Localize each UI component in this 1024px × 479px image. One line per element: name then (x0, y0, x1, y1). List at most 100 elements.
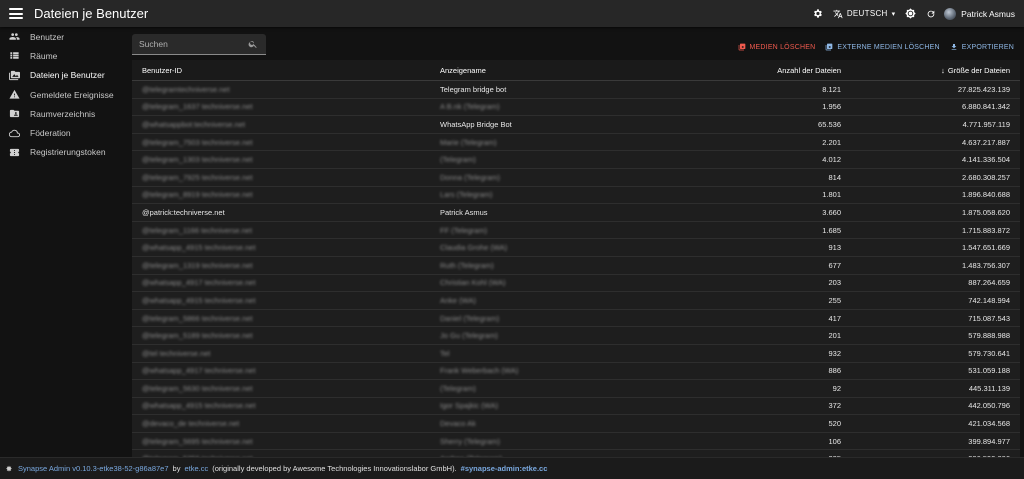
language-selector[interactable]: DEUTSCH ▾ (833, 9, 895, 19)
table-row[interactable]: @telegram_1303 techniverse.net (Telegram)… (132, 151, 1020, 169)
user-name: Patrick Asmus (961, 8, 1015, 19)
cell-file-count: 201 (828, 331, 841, 341)
delete-media-icon (738, 43, 745, 51)
language-label: DEUTSCH (846, 9, 888, 18)
column-header-file-count[interactable]: Anzahl der Dateien (702, 66, 847, 75)
cell-file-size: 4.141.336.504 (962, 155, 1010, 165)
export-button[interactable]: EXPORTIEREN (950, 43, 1014, 51)
cell-file-count: 913 (828, 243, 841, 253)
table-row[interactable]: @telegram_1319 techniverse.net Ruth (Tele… (132, 257, 1020, 275)
cell-user-id: @whatsappbot:techniverse.net (142, 119, 246, 129)
directory-icon (9, 110, 20, 118)
cell-display-name: Anke (WA) (440, 295, 476, 305)
table-row[interactable]: @telegram_1637 techniverse.net A B.nk (Te… (132, 99, 1020, 117)
delete-remote-media-label: EXTERNE MEDIEN LÖSCHEN (837, 43, 940, 51)
cell-file-size: 442.050.796 (968, 401, 1010, 411)
cell-file-count: 65.536 (818, 119, 841, 129)
table-row[interactable]: @whatsapp_4915 techniverse.net Anke (WA) 2… (132, 292, 1020, 310)
sidebar-item-reports[interactable]: Gemeldete Ereignisse (0, 85, 125, 104)
column-header-file-size[interactable]: ↓ Größe der Dateien (847, 66, 1020, 75)
cell-user-id: @tel techniverse.net (142, 348, 211, 358)
version-link[interactable]: Synapse Admin v0.10.3-etke38-52-g86a87e7 (18, 464, 169, 473)
cell-file-size: 4.637.217.887 (962, 137, 1010, 147)
cell-display-name: (Telegram) (440, 383, 476, 393)
table-row[interactable]: @telegram_7503 techniverse.net Marie (Tel… (132, 134, 1020, 152)
cell-user-id: @whatsapp_4915 techniverse.net (142, 243, 256, 253)
menu-icon[interactable] (9, 8, 23, 19)
sidebar-item-users[interactable]: Benutzer (0, 27, 125, 46)
table-row[interactable]: @whatsapp_4915 techniverse.net Igor Spajk… (132, 398, 1020, 416)
sort-arrow-down-icon: ↓ (941, 65, 945, 75)
column-header-display-name[interactable]: Anzeigename (432, 66, 702, 75)
page-title: Dateien je Benutzer (34, 6, 149, 21)
sidebar-item-room-directory[interactable]: Raumverzeichnis (0, 104, 125, 123)
table-row[interactable]: @whatsapp_4917 techniverse.net Christian … (132, 275, 1020, 293)
warning-icon (9, 89, 20, 99)
download-icon (951, 44, 957, 50)
cell-file-count: 372 (828, 401, 841, 411)
table-row[interactable]: @telegram_7925 techniverse.net Donna (Tel… (132, 169, 1020, 187)
chevron-down-icon: ▾ (891, 10, 896, 18)
cell-file-size: 399.894.977 (968, 436, 1010, 446)
sidebar-item-label: Benutzer (30, 31, 65, 42)
search-input[interactable]: Suchen (132, 34, 266, 55)
table-row[interactable]: @whatsappbot:techniverse.net WhatsApp Bri… (132, 116, 1020, 134)
cell-user-id: @telegram_1319 techniverse.net (142, 260, 253, 270)
refresh-icon[interactable] (926, 9, 936, 19)
cell-display-name: Telegram bridge bot (440, 84, 507, 94)
user-menu[interactable]: Patrick Asmus (944, 7, 1015, 20)
cell-file-count: 255 (828, 295, 841, 305)
filter-bar: Suchen MEDIEN LÖSCHEN EXTERNE MEDIEN LÖS… (132, 27, 1020, 60)
column-header-user-id[interactable]: Benutzer-ID (132, 66, 432, 75)
cell-file-size: 4.771.957.119 (962, 119, 1010, 129)
sidebar-item-registration-tokens[interactable]: Registrierungstoken (0, 143, 125, 162)
cell-file-size: 1.896.840.688 (962, 190, 1010, 200)
cell-display-name: Igor Spajkic (WA) (440, 401, 499, 411)
table-row[interactable]: @telegram_1166 techniverse.net FF (Telegr… (132, 222, 1020, 240)
sidebar-item-label: Räume (30, 50, 58, 61)
cell-file-count: 1.685 (822, 225, 841, 235)
cell-user-id: @telegram_7925 techniverse.net (142, 172, 253, 182)
table-row[interactable]: @whatsapp_4917 techniverse.net Frank Webe… (132, 363, 1020, 381)
table-row[interactable]: @tel techniverse.net Tel 932 579.730.641 (132, 345, 1020, 363)
table-row[interactable]: @patrick:techniverse.net Patrick Asmus 3.6… (132, 204, 1020, 222)
cell-file-size: 1.483.756.307 (962, 260, 1010, 270)
cell-user-id: @telegram_1637 techniverse.net (142, 102, 253, 112)
sidebar-item-rooms[interactable]: Räume (0, 46, 125, 65)
table-row[interactable]: @telegram_5695 techniverse.net Sherry (Te… (132, 433, 1020, 451)
table-row[interactable]: @telegram_5189 techniverse.net Jo Gu (Tel… (132, 327, 1020, 345)
table-row[interactable]: @telegram_5630 techniverse.net (Telegram)… (132, 380, 1020, 398)
cell-file-count: 932 (828, 348, 841, 358)
cell-user-id: @telegram_5695 techniverse.net (142, 436, 253, 446)
table-header: Benutzer-ID Anzeigename Anzahl der Datei… (132, 60, 1020, 81)
theme-toggle-icon[interactable] (905, 8, 916, 19)
cell-user-id: @telegram_1166 techniverse.net (142, 225, 253, 235)
support-room-link[interactable]: #synapse-admin:etke.cc (461, 464, 548, 473)
etke-link[interactable]: etke.cc (184, 464, 208, 473)
cell-display-name: Donna (Telegram) (440, 172, 501, 182)
table-row[interactable]: @telegramtechniverse.net Telegram bridge … (132, 81, 1020, 99)
delete-media-button[interactable]: MEDIEN LÖSCHEN (738, 43, 816, 51)
table-row[interactable]: @telegram_5866 techniverse.net Daniel (Te… (132, 310, 1020, 328)
table-row[interactable]: @devaco_de techniverse.net Devaco Ak 520 42… (132, 415, 1020, 433)
people-icon (9, 33, 20, 40)
cell-user-id: @telegram_7503 techniverse.net (142, 137, 253, 147)
cell-user-id: @whatsapp_4915 techniverse.net (142, 401, 256, 411)
sidebar-item-user-media[interactable]: Dateien je Benutzer (0, 66, 125, 85)
sidebar-item-federation[interactable]: Föderation (0, 123, 125, 142)
cell-file-count: 520 (828, 419, 841, 429)
settings-icon[interactable] (812, 8, 823, 19)
cell-file-count: 1.956 (822, 102, 841, 112)
list-icon (10, 52, 19, 60)
cell-file-size: 531.059.188 (968, 366, 1010, 376)
table-body: @telegramtechniverse.net Telegram bridge … (132, 81, 1020, 469)
cell-display-name: Devaco Ak (440, 419, 476, 429)
cell-display-name: Daniel (Telegram) (440, 313, 500, 323)
table-row[interactable]: @telegram_8919 techniverse.net Lars (Tele… (132, 187, 1020, 205)
sidebar-item-label: Gemeldete Ereignisse (30, 89, 114, 100)
table-row[interactable]: @whatsapp_4915 techniverse.net Claudia Gr… (132, 239, 1020, 257)
cell-file-size: 1.715.883.872 (962, 225, 1010, 235)
avatar (944, 7, 957, 20)
cell-display-name: FF (Telegram) (440, 225, 488, 235)
delete-remote-media-button[interactable]: EXTERNE MEDIEN LÖSCHEN (825, 43, 940, 51)
